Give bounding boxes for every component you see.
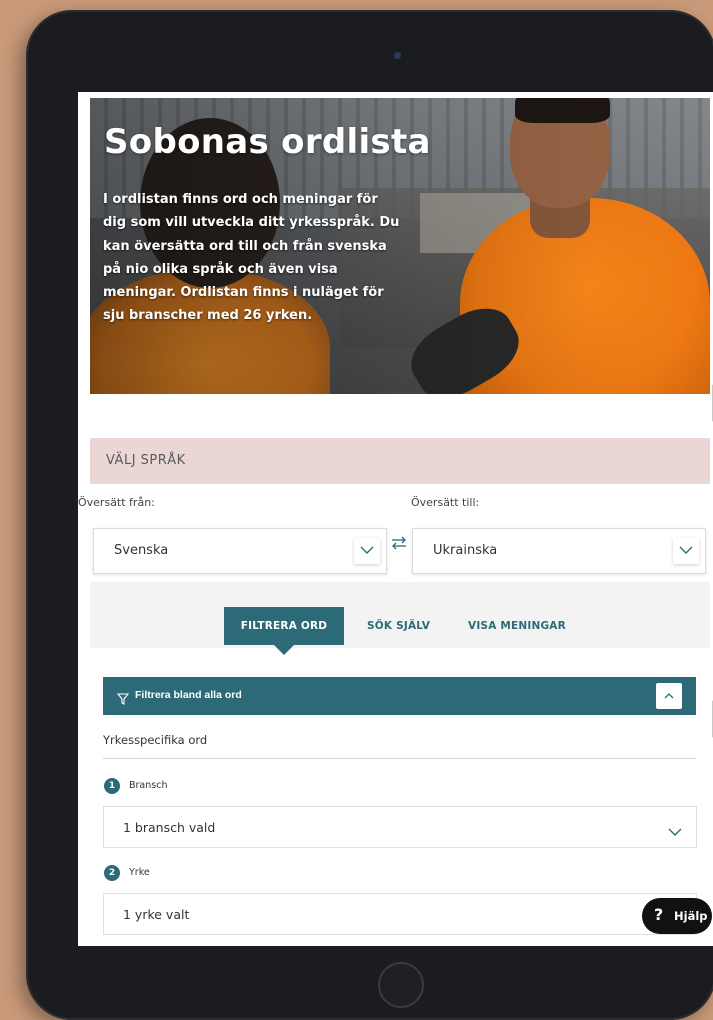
occupation-words-heading: Yrkesspecifika ord <box>103 733 208 747</box>
occupation-select[interactable]: 1 yrke valt <box>103 893 697 935</box>
language-section-header: VÄLJ SPRÅK <box>90 438 710 484</box>
filter-panel-title: Filtrera bland alla ord <box>135 689 242 701</box>
step-label: Yrke <box>129 867 150 878</box>
chevron-up-icon <box>664 693 674 699</box>
step-number: 2 <box>104 865 120 881</box>
help-icon: ? <box>654 905 664 924</box>
hero-banner: Sobonas ordlista I ordlistan finns ord o… <box>90 98 710 394</box>
screen: Sobonas ordlista I ordlistan finns ord o… <box>78 92 713 946</box>
chevron-down-icon[interactable] <box>673 538 699 564</box>
filter-panel-header[interactable]: Filtrera bland alla ord <box>103 677 696 715</box>
tab-label: FILTRERA ORD <box>240 620 328 632</box>
language-section-title: VÄLJ SPRÅK <box>106 453 186 468</box>
tab-show-sentences[interactable]: VISA MENINGAR <box>466 607 566 645</box>
tab-label: VISA MENINGAR <box>468 620 566 632</box>
help-button[interactable]: ? Hjälp <box>642 898 712 934</box>
step-label: Bransch <box>129 780 168 791</box>
step-occupation: 2 Yrke <box>104 865 304 881</box>
industry-select[interactable]: 1 bransch vald <box>103 806 697 848</box>
page-title: Sobonas ordlista <box>104 122 431 162</box>
active-tab-pointer <box>274 645 294 655</box>
home-button[interactable] <box>378 962 424 1008</box>
chevron-down-icon[interactable] <box>354 538 380 564</box>
translate-from-select[interactable]: Svenska <box>93 528 387 574</box>
swap-languages-icon[interactable] <box>389 533 409 553</box>
translate-to-label: Översätt till: <box>411 496 480 509</box>
divider <box>103 758 696 759</box>
chevron-down-icon <box>668 822 682 841</box>
occupation-value: 1 yrke valt <box>123 907 190 922</box>
translate-from-label: Översätt från: <box>78 496 155 509</box>
help-label: Hjälp <box>674 909 708 923</box>
hero-description: I ordlistan finns ord och meningar för d… <box>103 192 400 324</box>
translate-from-value: Svenska <box>114 543 169 558</box>
collapse-button[interactable] <box>656 683 682 709</box>
tablet-device: Sobonas ordlista I ordlistan finns ord o… <box>26 10 713 1020</box>
step-number: 1 <box>104 778 120 794</box>
tab-label: SÖK SJÄLV <box>367 620 431 632</box>
camera-icon <box>394 52 401 59</box>
tab-filter-words[interactable]: FILTRERA ORD <box>224 607 344 655</box>
translate-to-value: Ukrainska <box>433 543 498 558</box>
tab-search-yourself[interactable]: SÖK SJÄLV <box>365 607 430 645</box>
industry-value: 1 bransch vald <box>123 820 216 835</box>
translate-to-select[interactable]: Ukrainska <box>412 528 706 574</box>
step-industry: 1 Bransch <box>104 778 304 794</box>
filter-icon <box>116 690 130 709</box>
